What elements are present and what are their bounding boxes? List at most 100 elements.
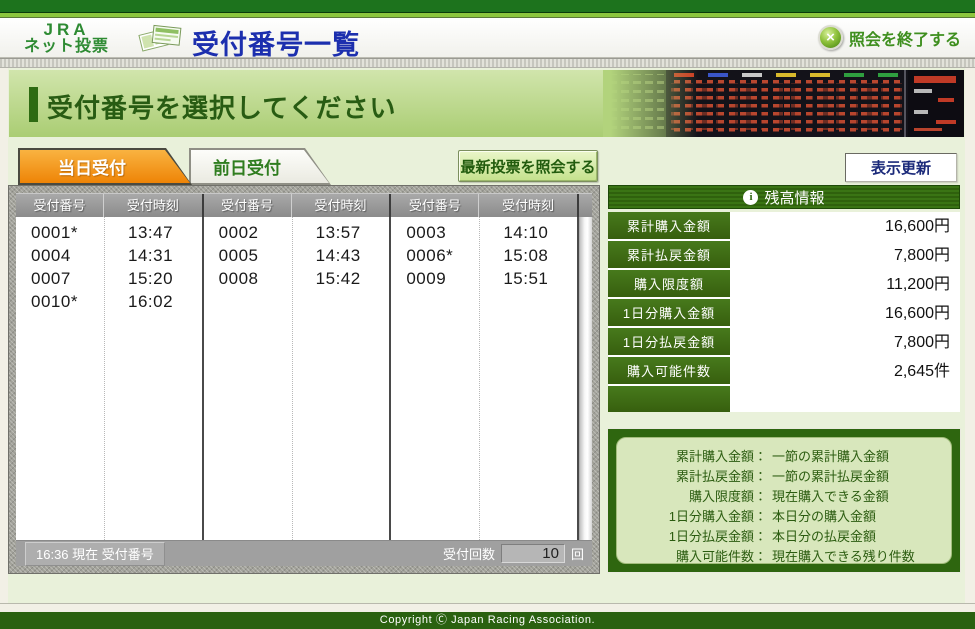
balance-row-label: 累計購入金額 [608,212,730,239]
reception-count-value: 10 [500,544,565,563]
reception-number: 0001* [31,223,78,242]
reception-column-group-3: 0003 14:10 0006* 15:08 0009 15:51 [391,217,580,540]
balance-notes-inner: 累計購入金額： 一節の累計購入金額 累計払戻金額： 一節の累計払戻金額 購入限度… [616,437,952,564]
balance-row-value: 16,600円 [730,212,960,239]
reception-row[interactable]: 0007 15:20 [16,267,202,290]
col-header-reception-time: 受付時刻 [126,198,179,213]
end-inquiry-button[interactable]: × 照会を終了する [817,25,961,50]
inquire-latest-votes-button[interactable]: 最新投票を照会する [458,150,598,182]
end-inquiry-label: 照会を終了する [848,31,961,49]
col-header-reception-time: 受付時刻 [314,198,367,213]
note-desc: 一節の累計購入金額 [772,449,890,464]
reception-number: 0010* [31,292,78,311]
balance-row-label: 1日分購入金額 [608,299,730,326]
reception-count-label: 受付回数 [442,547,495,562]
balance-title-label: 残高情報 [764,189,825,207]
balance-row-value: 7,800円 [730,241,960,268]
note-label: 累計払戻金額： [675,469,767,484]
tab-today-label: 当日受付 [20,150,190,183]
reception-row[interactable]: 0006* 15:08 [391,244,577,267]
reception-table-body: 0001* 13:47 0004 14:31 0007 15:20 0010* … [16,217,592,540]
note-label: 購入可能件数： [675,549,767,564]
note-desc: 現在購入できる残り件数 [772,549,915,564]
reception-time: 15:51 [503,269,549,288]
balance-note: 購入限度額： 現在購入できる金額 [617,487,951,507]
select-reception-heading: 受付番号を選択してください [47,93,397,123]
main-content: 受付番号を選択してください 当日受付 前日受付 最新投票を照会する 表示更新 受… [8,68,965,603]
balance-row-label: 購入限度額 [608,270,730,297]
reception-row[interactable]: 0001* 13:47 [16,221,202,244]
balance-row: 累計購入金額 16,600円 [608,212,960,241]
reception-time: 13:57 [315,223,361,242]
reception-table-header: 受付番号 受付時刻 受付番号 受付時刻 受付番号 受付時刻 [16,193,592,217]
info-icon: i [743,189,759,205]
balance-row: 1日分払戻金額 7,800円 [608,328,960,357]
jra-net-vote-logo: JRA ネット投票 [24,21,109,56]
reception-time: 16:02 [128,292,174,311]
col-header-reception-no: 受付番号 [391,194,480,217]
note-desc: 現在購入できる金額 [772,489,889,504]
balance-panel: i 残高情報 累計購入金額 16,600円 累計払戻金額 7,800円 購入限度… [608,185,960,574]
reception-row[interactable]: 0008 15:42 [204,267,390,290]
table-scrollbar[interactable] [579,217,592,540]
balance-row-label: 購入可能件数 [608,357,730,384]
reception-number: 0007 [31,269,71,288]
balance-note: 累計購入金額： 一節の累計購入金額 [617,447,951,467]
note-label: 購入限度額： [688,489,767,504]
heading-band: 受付番号を選択してください [9,70,964,137]
balance-row: 購入限度額 11,200円 [608,270,960,299]
note-label: 1日分購入金額： [668,509,767,524]
reception-column-group-2: 0002 13:57 0005 14:43 0008 15:42 [204,217,392,540]
note-desc: 一節の累計払戻金額 [772,469,890,484]
jra-net-vote-window: JRA ネット投票 受付番号一覧 × 照会を終了する 受付番号を選択してください… [0,0,975,629]
app-header: JRA ネット投票 受付番号一覧 × 照会を終了する [0,18,975,60]
divider [0,603,975,604]
note-label: 1日分払戻金額： [668,529,767,544]
balance-row: 1日分購入金額 16,600円 [608,299,960,328]
balance-rows: 累計購入金額 16,600円 累計払戻金額 7,800円 購入限度額 11,20… [608,212,960,412]
reception-row[interactable]: 0010* 16:02 [16,290,202,313]
balance-row: 累計払戻金額 7,800円 [608,241,960,270]
refresh-display-button[interactable]: 表示更新 [845,153,957,182]
betting-slips-icon [138,22,184,60]
col-header-reception-time: 受付時刻 [502,198,555,213]
reception-row[interactable]: 0005 14:43 [204,244,390,267]
note-desc: 本日分の購入金額 [772,509,877,524]
balance-panel-title: i 残高情報 [608,185,960,209]
reception-number: 0002 [218,223,259,242]
balance-note: 1日分払戻金額： 本日分の払戻金額 [617,527,951,547]
reception-time: 14:43 [315,246,361,265]
balance-notes-box: 累計購入金額： 一節の累計購入金額 累計払戻金額： 一節の累計払戻金額 購入限度… [608,429,960,572]
balance-row-value: 7,800円 [730,328,960,355]
reception-row[interactable]: 0002 13:57 [204,221,390,244]
note-label: 累計購入金額： [675,449,767,464]
tab-today-reception[interactable]: 当日受付 [18,148,192,185]
reception-number: 0008 [218,269,259,288]
reception-table-panel: 受付番号 受付時刻 受付番号 受付時刻 受付番号 受付時刻 0001* 13:4… [8,185,600,574]
close-icon: × [817,25,843,50]
heading-accent-bar [29,87,38,122]
reception-count: 受付回数 10 回 [443,544,584,563]
balance-row-label: 1日分払戻金額 [608,328,730,355]
balance-row: 購入可能件数 2,645件 [608,357,960,386]
balance-row-label [608,386,730,412]
balance-note: 購入可能件数： 現在購入できる残り件数 [617,547,951,567]
reception-row[interactable]: 0003 14:10 [391,221,577,244]
textured-divider-strip [0,58,975,68]
reception-table-footer: 16:36 現在 受付番号 受付回数 10 回 [16,540,592,566]
balance-note: 1日分購入金額： 本日分の購入金額 [617,507,951,527]
logo-line-jra: JRA [43,20,90,39]
reception-time: 14:10 [503,223,549,242]
current-time-status: 16:36 現在 受付番号 [25,541,165,566]
tab-previous-day-reception[interactable]: 前日受付 [189,148,331,185]
reception-number: 0005 [218,246,259,265]
reception-count-unit: 回 [570,547,584,562]
reception-number: 0009 [406,269,447,288]
reception-row[interactable]: 0009 15:51 [391,267,577,290]
page-title: 受付番号一覧 [192,30,360,60]
reception-number: 0003 [406,223,447,242]
balance-row-empty [608,386,960,412]
balance-row-value: 16,600円 [730,299,960,326]
reception-row[interactable]: 0004 14:31 [16,244,202,267]
col-header-reception-no: 受付番号 [16,194,104,217]
